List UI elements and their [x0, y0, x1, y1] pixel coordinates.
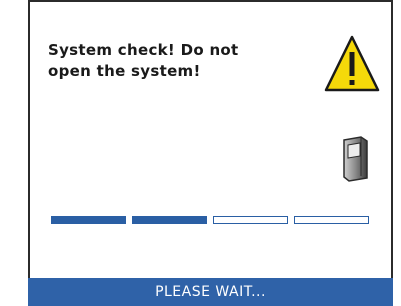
device-icon [343, 136, 368, 182]
progress-bar [51, 216, 369, 224]
progress-segment [51, 216, 126, 224]
progress-segment [294, 216, 369, 224]
status-text: PLEASE WAIT... [155, 284, 266, 300]
warning-triangle-icon [324, 35, 380, 92]
frame-left-border [28, 0, 30, 278]
system-check-screen: System check! Do not open the system! PL… [0, 0, 401, 306]
frame-top-border [28, 0, 393, 2]
message-line-2: open the system! [48, 62, 201, 80]
message-line-1: System check! Do not [48, 41, 239, 59]
system-check-message: System check! Do not open the system! [48, 40, 298, 82]
progress-segment [213, 216, 288, 224]
frame-right-border [391, 0, 393, 278]
progress-segment [132, 216, 207, 224]
status-bar: PLEASE WAIT... [28, 278, 393, 306]
